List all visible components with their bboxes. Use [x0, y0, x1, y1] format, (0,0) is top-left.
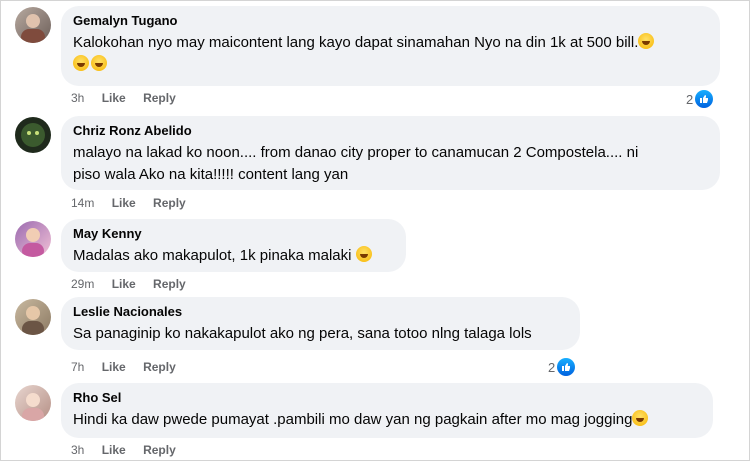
reaction-number: 2 — [548, 359, 556, 375]
avatar[interactable] — [15, 7, 51, 43]
avatar-photo — [22, 393, 44, 421]
like-button[interactable]: Like — [102, 443, 126, 457]
comment-bubble: May Kenny Madalas ako makapulot, 1k pina… — [61, 219, 406, 272]
timestamp[interactable]: 3h — [71, 443, 84, 457]
avatar-photo — [22, 306, 44, 335]
comment-text: Kalokohan nyo may maicontent lang kayo d… — [73, 32, 708, 76]
avatar[interactable] — [15, 221, 51, 257]
comment-meta: 3h Like Reply — [71, 90, 190, 106]
laughing-emoji-icon — [638, 33, 655, 49]
like-button[interactable]: Like — [112, 196, 136, 210]
timestamp[interactable]: 3h — [71, 91, 84, 105]
author-name[interactable]: Chriz Ronz Abelido — [73, 123, 708, 139]
author-name[interactable]: May Kenny — [73, 226, 394, 242]
comment-text: Hindi ka daw pwede pumayat .pambili mo d… — [73, 409, 701, 431]
author-name[interactable]: Gemalyn Tugano — [73, 13, 708, 29]
comment-meta: 29m Like Reply — [71, 276, 200, 292]
comment-meta: 3h Like Reply — [71, 442, 190, 458]
comment-thread: Gemalyn Tugano Kalokohan nyo may maicont… — [0, 0, 750, 461]
reply-button[interactable]: Reply — [143, 91, 176, 105]
avatar[interactable] — [15, 385, 51, 421]
author-name[interactable]: Rho Sel — [73, 390, 701, 406]
reaction-count[interactable]: 2 — [686, 90, 714, 108]
like-button[interactable]: Like — [102, 360, 126, 374]
comment-bubble: Gemalyn Tugano Kalokohan nyo may maicont… — [61, 6, 720, 86]
comment-text: Madalas ako makapulot, 1k pinaka malaki — [73, 245, 394, 267]
laughing-emoji-icon — [91, 55, 107, 71]
timestamp[interactable]: 29m — [71, 277, 94, 291]
grin-emoji-icon — [355, 246, 372, 262]
laughing-emoji-icon — [632, 410, 649, 426]
avatar-photo — [21, 14, 45, 43]
comment-bubble: Leslie Nacionales Sa panaginip ko nakaka… — [61, 297, 580, 350]
laughing-emoji-icon — [73, 55, 89, 71]
timestamp[interactable]: 7h — [71, 360, 84, 374]
reply-button[interactable]: Reply — [153, 277, 186, 291]
comment-text-line: piso wala Ako na kita!!!!! content lang … — [73, 166, 349, 183]
comment-text-line: Madalas ako makapulot, 1k pinaka malaki — [73, 247, 352, 264]
comment-meta: 7h Like Reply — [71, 359, 190, 375]
reaction-count[interactable]: 2 — [548, 358, 576, 376]
like-button[interactable]: Like — [112, 277, 136, 291]
reaction-number: 2 — [686, 91, 694, 107]
comment-text-line: malayo na lakad ko noon.... from danao c… — [73, 144, 639, 161]
timestamp[interactable]: 14m — [71, 196, 94, 210]
reply-button[interactable]: Reply — [143, 443, 176, 457]
reply-button[interactable]: Reply — [153, 196, 186, 210]
like-reaction-icon — [695, 90, 714, 108]
avatar[interactable] — [15, 117, 51, 153]
comment-text-line: Hindi ka daw pwede pumayat .pambili mo d… — [73, 411, 633, 428]
avatar[interactable] — [15, 299, 51, 335]
comment-text-line: Sa panaginip ko nakakapulot ako ng pera,… — [73, 325, 532, 342]
like-button[interactable]: Like — [102, 91, 126, 105]
avatar-photo — [22, 228, 44, 257]
comment-text-line: Kalokohan nyo may maicontent lang kayo d… — [73, 34, 639, 51]
like-reaction-icon — [557, 358, 576, 376]
reply-button[interactable]: Reply — [143, 360, 176, 374]
comment-text: Sa panaginip ko nakakapulot ako ng pera,… — [73, 323, 568, 345]
comment-bubble: Rho Sel Hindi ka daw pwede pumayat .pamb… — [61, 383, 713, 438]
author-name[interactable]: Leslie Nacionales — [73, 304, 568, 320]
avatar-photo — [21, 123, 45, 147]
comment-text: malayo na lakad ko noon.... from danao c… — [73, 142, 708, 186]
comment-meta: 14m Like Reply — [71, 195, 200, 211]
comment-bubble: Chriz Ronz Abelido malayo na lakad ko no… — [61, 116, 720, 190]
